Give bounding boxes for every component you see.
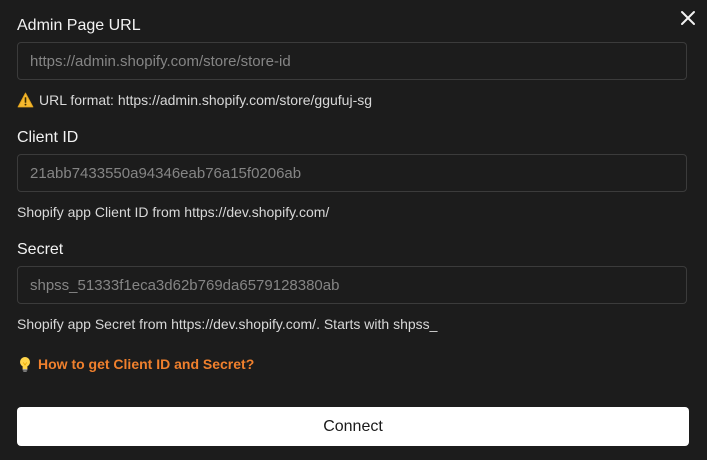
secret-hint: Shopify app Secret from https://dev.shop… bbox=[17, 315, 437, 333]
client-id-hint: Shopify app Client ID from https://dev.s… bbox=[17, 203, 329, 221]
admin-url-label: Admin Page URL bbox=[17, 17, 141, 34]
secret-input[interactable] bbox=[17, 266, 687, 304]
admin-url-hint: URL format: https://admin.shopify.com/st… bbox=[17, 91, 372, 109]
admin-url-input[interactable] bbox=[17, 42, 687, 80]
client-id-input[interactable] bbox=[17, 154, 687, 192]
admin-url-hint-text: URL format: https://admin.shopify.com/st… bbox=[39, 92, 373, 108]
warning-icon bbox=[17, 92, 34, 108]
close-button[interactable] bbox=[679, 9, 697, 27]
secret-hint-text: Shopify app Secret from https://dev.shop… bbox=[17, 316, 438, 332]
close-icon bbox=[681, 11, 695, 25]
lightbulb-icon bbox=[20, 356, 30, 372]
secret-label: Secret bbox=[17, 241, 64, 258]
help-link[interactable]: How to get Client ID and Secret? bbox=[18, 355, 254, 373]
connect-button[interactable]: Connect bbox=[17, 407, 689, 446]
client-id-label: Client ID bbox=[17, 129, 79, 146]
help-link-text: How to get Client ID and Secret? bbox=[38, 356, 255, 372]
connect-shopify-panel: Admin Page URL URL format: https://admin… bbox=[0, 0, 707, 460]
client-id-hint-text: Shopify app Client ID from https://dev.s… bbox=[17, 204, 330, 220]
